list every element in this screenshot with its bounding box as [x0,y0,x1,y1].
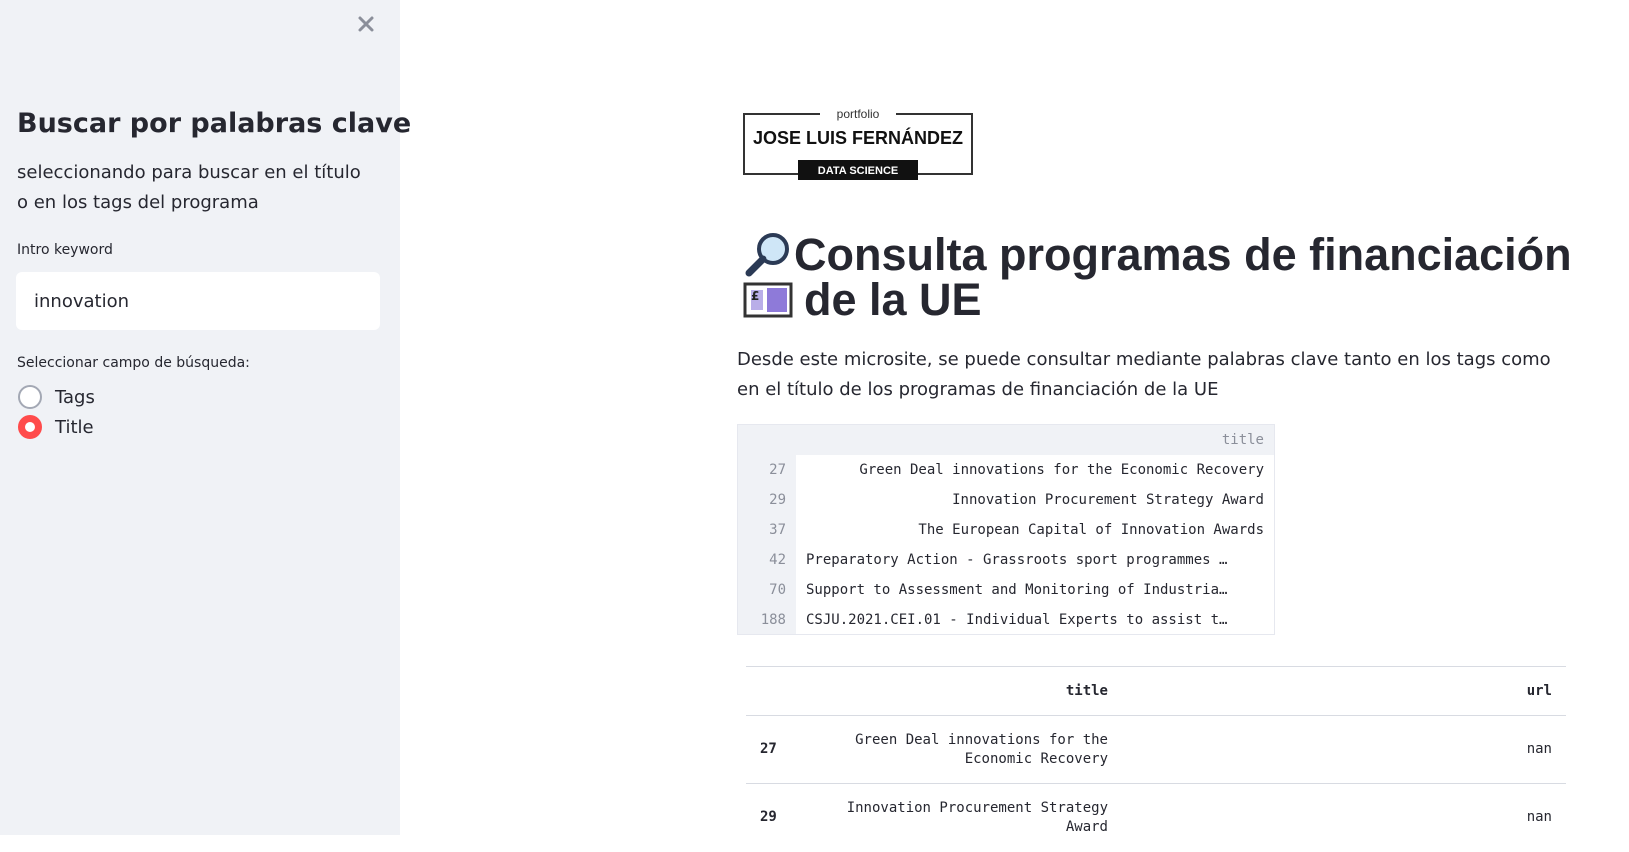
dataframe-row[interactable]: 29 Innovation Procurement Strategy Award [738,485,1274,515]
pound-banknote-icon: £ [742,276,794,324]
page-title-line1: Consulta programas de financiación [794,229,1572,280]
dataframe-column-title[interactable]: title [1222,432,1264,448]
dataframe-cell[interactable]: Green Deal innovations for the Economic … [796,462,1274,478]
magnifying-glass-icon [742,231,794,279]
dataframe-index: 70 [738,575,796,605]
radio-tags[interactable]: Tags [18,385,95,409]
table-row-index: 29 [746,783,814,852]
dataframe-row[interactable]: 37 The European Capital of Innovation Aw… [738,515,1274,545]
page-title: Consulta programas de financiación £ de … [742,231,1572,325]
sidebar-title: Buscar por palabras clave [17,108,412,139]
keyword-input[interactable] [16,272,380,330]
portfolio-logo: portfolio JOSE LUIS FERNÁNDEZ DATA SCIEN… [742,104,974,185]
dataframe-index: 42 [738,545,796,575]
keyword-label: Intro keyword [17,242,113,258]
dataframe-cell[interactable]: CSJU.2021.CEI.01 - Individual Experts to… [796,612,1274,628]
table-row: 29 Innovation Procurement Strategy Award… [746,783,1566,852]
table-cell-url: nan [1122,715,1566,784]
table-cell-title: Innovation Procurement Strategy Award [814,783,1122,852]
dataframe[interactable]: title 27 Green Deal innovations for the … [737,424,1275,635]
logo-tag: DATA SCIENCE [818,165,898,177]
table-row-index: 27 [746,715,814,784]
svg-text:£: £ [751,289,759,303]
logo-graphic: portfolio JOSE LUIS FERNÁNDEZ DATA SCIEN… [743,106,973,180]
table-header-title: title [814,666,1122,716]
dataframe-row[interactable]: 27 Green Deal innovations for the Econom… [738,455,1274,485]
logo-top-text: portfolio [837,107,880,121]
dataframe-row[interactable]: 42 Preparatory Action - Grassroots sport… [738,545,1274,575]
dataframe-row[interactable]: 188 CSJU.2021.CEI.01 - Individual Expert… [738,605,1274,634]
page-title-line2: de la UE [804,274,982,325]
table-header-row: title url [746,666,1566,716]
sidebar-subtitle: seleccionando para buscar en el título o… [17,162,361,213]
sidebar: Buscar por palabras clave seleccionando … [0,0,411,835]
dataframe-index: 188 [738,605,796,634]
table-cell-url: nan [1122,783,1566,852]
close-sidebar-button[interactable] [354,12,378,36]
table-cell-title: Green Deal innovations for the Economic … [814,715,1122,784]
radio-tags-circle[interactable] [18,385,42,409]
dataframe-cell[interactable]: Support to Assessment and Monitoring of … [796,582,1274,598]
radio-title[interactable]: Title [18,415,94,439]
main-content: portfolio JOSE LUIS FERNÁNDEZ DATA SCIEN… [400,0,1629,852]
dataframe-index: 37 [738,515,796,545]
dataframe-cell[interactable]: Innovation Procurement Strategy Award [796,492,1274,508]
page-description: Desde este microsite, se puede consultar… [737,349,1551,400]
dataframe-index: 27 [738,455,796,485]
table-header-url: url [1122,666,1566,716]
radio-title-circle[interactable] [18,415,42,439]
radio-tags-label: Tags [55,386,95,408]
dataframe-header[interactable]: title [738,425,1274,455]
table-header-index [746,666,814,716]
table-row: 27 Green Deal innovations for the Econom… [746,715,1566,784]
logo-name: JOSE LUIS FERNÁNDEZ [753,127,963,148]
radio-title-label: Title [55,416,94,438]
close-icon [358,16,374,32]
dataframe-cell[interactable]: The European Capital of Innovation Award… [796,522,1274,538]
search-field-label: Seleccionar campo de búsqueda: [17,355,250,371]
dataframe-row[interactable]: 70 Support to Assessment and Monitoring … [738,575,1274,605]
dataframe-index: 29 [738,485,796,515]
dataframe-cell[interactable]: Preparatory Action - Grassroots sport pr… [796,552,1274,568]
results-table: title url 27 Green Deal innovations for … [746,666,1566,852]
